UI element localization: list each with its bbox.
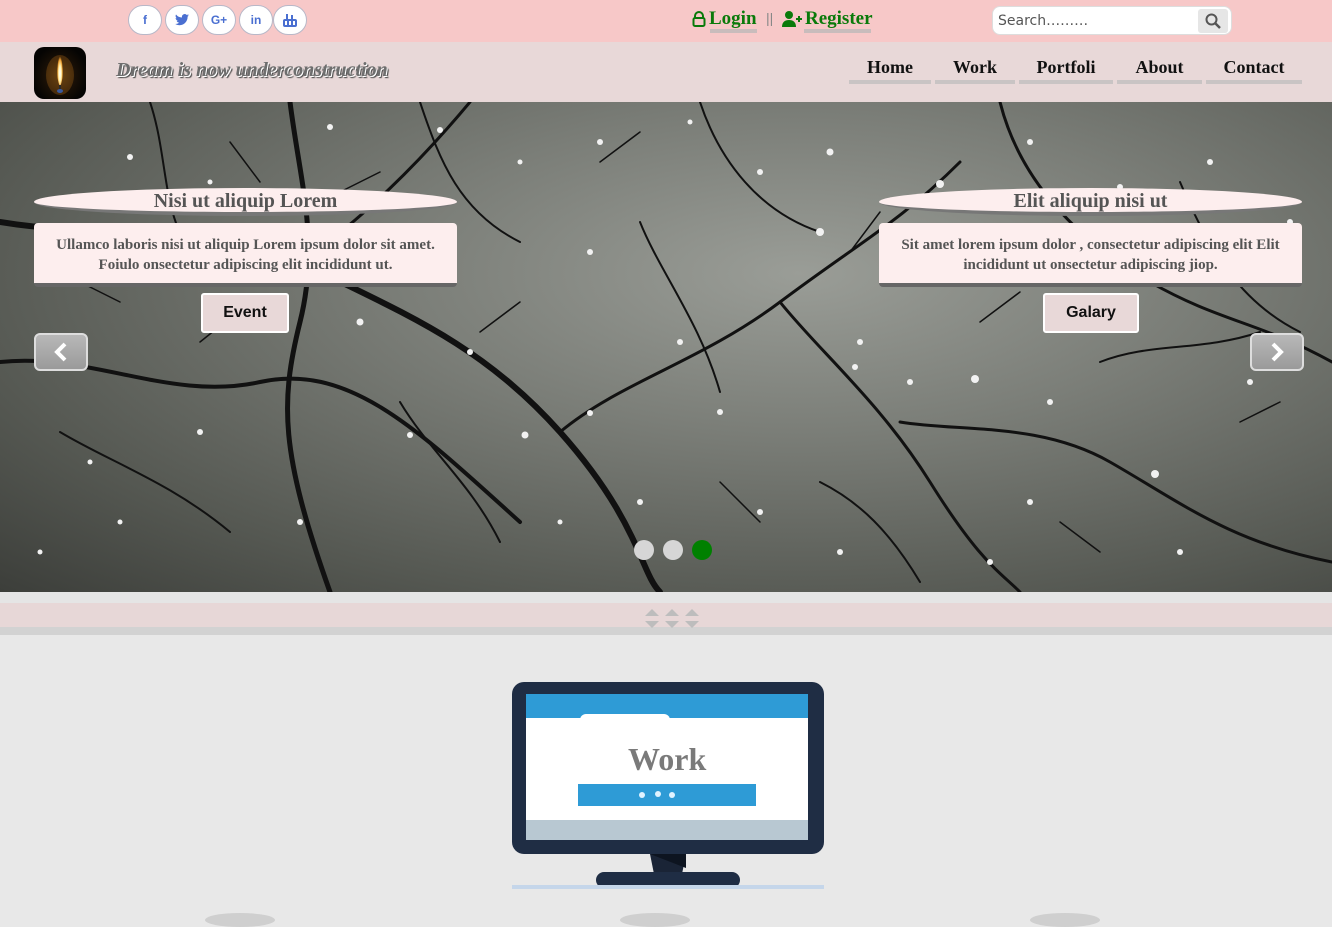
divider-strip <box>0 592 1332 603</box>
nav-portfolio[interactable]: Portfoli <box>1019 57 1113 84</box>
search-input[interactable] <box>993 7 1198 34</box>
login-link[interactable]: Login <box>692 8 757 30</box>
add-user-icon <box>782 11 802 27</box>
shadow-decor <box>205 913 275 927</box>
nav-home[interactable]: Home <box>849 57 931 84</box>
candle-logo[interactable] <box>34 47 86 99</box>
header: Dream is now underconstruction Home Work… <box>0 42 1332 102</box>
linkedin-icon[interactable]: in <box>239 5 273 35</box>
search-button[interactable] <box>1198 9 1228 33</box>
slider-dot[interactable] <box>663 540 683 560</box>
work-heading: Work <box>628 741 707 777</box>
section-divider <box>0 603 1332 635</box>
monitor-illustration[interactable] <box>512 682 824 890</box>
twitter-icon[interactable] <box>165 5 199 35</box>
slide-left-title: Nisi ut aliquip Lorem <box>34 188 457 216</box>
site-tagline: Dream is now underconstruction <box>116 59 388 81</box>
slider-dot[interactable] <box>634 540 654 560</box>
google-plus-icon[interactable]: G+ <box>202 5 236 35</box>
nav-work[interactable]: Work <box>935 57 1015 84</box>
nav-contact[interactable]: Contact <box>1206 57 1302 84</box>
shadow-decor <box>620 913 690 927</box>
scroll-arrows-icon[interactable] <box>664 608 680 630</box>
work-section: Work <box>0 643 1332 927</box>
slider-dot-active[interactable] <box>692 540 712 560</box>
auth-separator: || <box>766 10 774 26</box>
top-bar: f G+ in Login || Register <box>0 0 1332 42</box>
gallery-button[interactable]: Galary <box>1043 293 1139 333</box>
register-link[interactable]: Register <box>782 8 873 30</box>
branches-background <box>0 102 1332 592</box>
event-button[interactable]: Event <box>201 293 289 333</box>
search-box <box>992 6 1232 35</box>
search-icon <box>1205 13 1221 29</box>
chevron-left-icon <box>54 342 67 362</box>
youtube-icon[interactable] <box>273 5 307 35</box>
slider-next-button[interactable] <box>1250 333 1304 371</box>
shadow-decor <box>1030 913 1100 927</box>
chevron-right-icon <box>1271 342 1284 362</box>
facebook-icon[interactable]: f <box>128 5 162 35</box>
login-label: Login <box>709 8 757 29</box>
nav-about[interactable]: About <box>1117 57 1202 84</box>
slide-right-text: Sit amet lorem ipsum dolor , consectetur… <box>879 223 1302 287</box>
scroll-arrows-icon[interactable] <box>684 608 700 630</box>
scroll-arrows-icon[interactable] <box>644 608 660 630</box>
register-underline <box>804 29 871 33</box>
login-underline <box>710 29 757 33</box>
lock-icon <box>692 11 706 27</box>
image-slider: Nisi ut aliquip Lorem Ullamco laboris ni… <box>0 102 1332 592</box>
slide-right-title: Elit aliquip nisi ut <box>879 188 1302 216</box>
register-label: Register <box>805 8 873 29</box>
slider-prev-button[interactable] <box>34 333 88 371</box>
slide-left-text: Ullamco laboris nisi ut aliquip Lorem ip… <box>34 223 457 287</box>
